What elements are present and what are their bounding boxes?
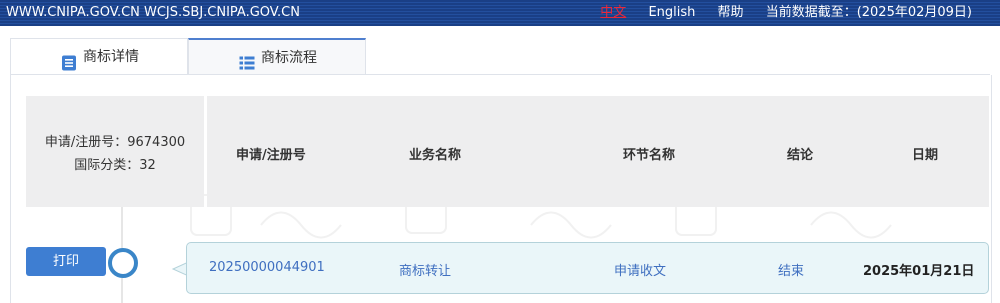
top-bar-links: 中文 English 帮助 当前数据截至：(2025年02月09日) xyxy=(582,0,972,26)
row-reg-number-link[interactable]: 20250000044901 xyxy=(209,260,325,275)
language-chinese-link[interactable]: 中文 xyxy=(600,5,626,20)
print-button[interactable]: 打印 xyxy=(26,247,106,276)
tab-bar: 商标详情 商标流程 xyxy=(10,38,990,76)
row-date: 2025年01月21日 xyxy=(863,264,975,279)
registration-number: 申请/注册号：9674300 xyxy=(44,135,186,150)
trademark-summary: 申请/注册号：9674300 国际分类：32 xyxy=(26,96,204,207)
page: WWW.CNIPA.GOV.CN WCJS.SBJ.CNIPA.GOV.CN 中… xyxy=(0,0,1000,303)
help-link[interactable]: 帮助 xyxy=(718,5,744,20)
tab-trademark-process[interactable]: 商标流程 xyxy=(188,38,366,74)
column-header-reg-no: 申请/注册号 xyxy=(236,148,306,163)
column-header-date: 日期 xyxy=(912,148,939,163)
tab-trademark-details[interactable]: 商标详情 xyxy=(10,38,188,74)
column-header-stage: 环节名称 xyxy=(623,148,676,163)
list-icon xyxy=(239,49,255,70)
row-business-link[interactable]: 商标转让 xyxy=(399,260,451,279)
column-header-conclusion: 结论 xyxy=(787,148,814,163)
language-english-link[interactable]: English xyxy=(648,5,695,20)
tab-label: 商标流程 xyxy=(261,50,317,66)
row-conclusion-link[interactable]: 结束 xyxy=(778,260,804,279)
site-domains[interactable]: WWW.CNIPA.GOV.CN WCJS.SBJ.CNIPA.GOV.CN xyxy=(6,0,300,26)
table-row: 20250000044901 商标转让 申请收文 结束 2025年01月21日 xyxy=(186,242,989,294)
tab-label: 商标详情 xyxy=(83,49,139,65)
row-stage-link[interactable]: 申请收文 xyxy=(614,260,666,279)
data-date-label: 当前数据截至：(2025年02月09日) xyxy=(765,5,972,20)
top-bar: WWW.CNIPA.GOV.CN WCJS.SBJ.CNIPA.GOV.CN 中… xyxy=(0,0,1000,26)
column-header-business: 业务名称 xyxy=(409,148,462,163)
international-class: 国际分类：32 xyxy=(74,158,156,173)
process-panel: 申请/注册号：9674300 国际分类：32 申请/注册号 业务名称 环节名称 … xyxy=(10,75,992,303)
timeline-node-icon xyxy=(108,248,138,278)
document-list-icon xyxy=(61,49,77,71)
table-header: 申请/注册号 业务名称 环节名称 结论 日期 xyxy=(207,96,989,207)
